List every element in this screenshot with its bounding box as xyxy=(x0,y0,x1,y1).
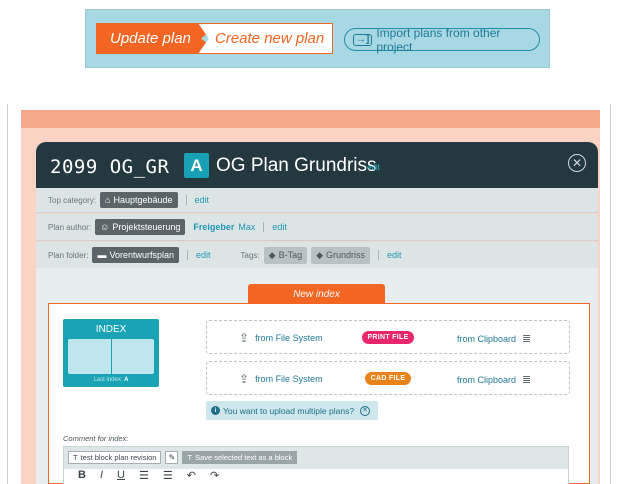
plan-folder-chip: ▬ Vorentwurfsplan xyxy=(92,247,180,263)
last-index-label: Last index: xyxy=(93,377,123,383)
italic-icon[interactable]: I xyxy=(100,469,103,481)
index-preview-divider xyxy=(111,339,112,374)
save-block-label: Save selected text as a block xyxy=(195,453,293,462)
comment-editor: T test block plan revision ✎ T Save sele… xyxy=(63,446,569,484)
plan-author-edit-link[interactable]: edit xyxy=(272,222,287,232)
bold-icon[interactable]: B xyxy=(78,469,86,481)
print-file-badge: PRINT FILE xyxy=(362,331,414,344)
text-block-button[interactable]: T test block plan revision xyxy=(68,451,162,464)
divider xyxy=(378,250,380,260)
divider xyxy=(185,195,187,205)
tag-icon: ◆ xyxy=(268,249,276,260)
plan-header: 2099 OG_GR A OG Plan Grundriss edit ✕ xyxy=(36,142,598,188)
new-index-tab[interactable]: New index xyxy=(248,284,385,304)
from-file-system-label: from File System xyxy=(255,333,323,343)
last-index-value: A xyxy=(124,377,129,383)
from-file-system-label: from File System xyxy=(255,374,323,384)
redo-icon[interactable]: ↷ xyxy=(210,469,219,482)
text-block-label: test block plan revision xyxy=(80,453,157,462)
plan-folder-label: Plan folder: xyxy=(48,250,89,260)
plan-author-label: Plan author: xyxy=(48,222,92,232)
tag-label: B-Tag xyxy=(278,250,303,260)
index-card-title: INDEX xyxy=(95,324,127,335)
approver-name: Max xyxy=(238,222,256,232)
dismiss-icon[interactable]: ✕ xyxy=(360,405,371,416)
top-category-label: Top category: xyxy=(48,195,97,205)
upload-icon: ⇪ xyxy=(239,372,250,386)
close-icon[interactable]: ✕ xyxy=(568,154,586,172)
import-plans-button[interactable]: →] Import plans from other project xyxy=(344,25,540,54)
bullet-list-icon[interactable]: ☰ xyxy=(139,469,149,482)
plan-code: 2099 OG_GR xyxy=(50,156,170,178)
users-icon: ☺ xyxy=(100,222,110,232)
index-card: INDEX Last index: A xyxy=(63,319,159,387)
from-clipboard-label: from Clipboard xyxy=(457,374,517,385)
underline-icon[interactable]: U xyxy=(117,469,125,481)
print-from-file-system[interactable]: ⇪ from File System xyxy=(239,332,323,344)
divider xyxy=(187,250,189,260)
tags-label: Tags: xyxy=(240,250,260,260)
numbered-list-icon[interactable]: ☰ xyxy=(163,469,173,482)
import-icon: →] xyxy=(353,33,373,46)
tag-label: Grundriss xyxy=(326,250,366,260)
plan-folder-row: Plan folder: ▬ Vorentwurfsplan edit Tags… xyxy=(36,242,598,269)
info-icon: i xyxy=(211,406,220,415)
plan-folder-value: Vorentwurfsplan xyxy=(109,250,175,260)
text-icon: T xyxy=(187,453,193,462)
undo-icon[interactable]: ↶ xyxy=(187,469,196,482)
clipboard-icon: ≣ xyxy=(522,374,532,386)
plan-action-toolbar: Update plan Create new plan →] Import pl… xyxy=(85,9,550,68)
top-category-row: Top category: ⌂ Hauptgebäude edit xyxy=(36,188,598,213)
print-from-clipboard[interactable]: from Clipboard ≣ xyxy=(457,332,531,345)
tags-edit-link[interactable]: edit xyxy=(387,250,402,260)
text-icon: T xyxy=(73,453,78,462)
multiple-upload-text: You want to upload multiple plans? xyxy=(223,405,355,416)
cad-file-badge: CAD FILE xyxy=(365,372,411,385)
cad-from-clipboard[interactable]: from Clipboard ≣ xyxy=(457,373,531,386)
create-new-plan-button[interactable]: Create new plan xyxy=(198,23,333,54)
save-block-button[interactable]: T Save selected text as a block xyxy=(182,451,298,464)
building-icon: ⌂ xyxy=(105,195,111,205)
approver-role: Freigeber xyxy=(193,222,235,232)
import-plans-label: Import plans from other project xyxy=(376,25,501,54)
plan-author-chip: ☺ Projektsteuerung xyxy=(95,219,186,235)
tag-chip: ◆ B-Tag xyxy=(263,246,308,264)
editor-format-toolbar: B I U ☰ ☰ ↶ ↷ xyxy=(64,469,568,484)
cad-from-file-system[interactable]: ⇪ from File System xyxy=(239,373,323,385)
plan-author-row: Plan author: ☺ Projektsteuerung Freigebe… xyxy=(36,214,598,241)
plan-name: OG Plan Grundriss xyxy=(216,155,377,176)
top-category-chip: ⌂ Hauptgebäude xyxy=(100,192,178,208)
divider xyxy=(263,222,265,232)
multiple-upload-notice[interactable]: i You want to upload multiple plans? ✕ xyxy=(206,401,378,420)
upload-icon: ⇪ xyxy=(239,331,250,345)
top-category-value: Hauptgebäude xyxy=(113,195,173,205)
clipboard-icon: ≣ xyxy=(522,333,532,345)
from-clipboard-label: from Clipboard xyxy=(457,333,517,344)
plan-index-badge: A xyxy=(184,153,209,178)
top-category-edit-link[interactable]: edit xyxy=(195,195,210,205)
comment-label: Comment for index: xyxy=(63,434,129,443)
update-plan-button[interactable]: Update plan xyxy=(96,23,209,54)
folder-icon: ▬ xyxy=(97,250,107,260)
print-file-upload-row: ⇪ from File System PRINT FILE from Clipb… xyxy=(206,320,570,354)
cad-file-upload-row: ⇪ from File System CAD FILE from Clipboa… xyxy=(206,361,570,395)
plan-name-edit-link[interactable]: edit xyxy=(367,163,380,172)
pencil-icon[interactable]: ✎ xyxy=(165,451,179,464)
tag-chip: ◆ Grundriss xyxy=(311,246,371,264)
modal-backdrop-band xyxy=(21,110,600,128)
plan-author-value: Projektsteuerung xyxy=(112,222,181,232)
last-index: Last index: A xyxy=(63,377,159,383)
editor-block-toolbar: T test block plan revision ✎ T Save sele… xyxy=(68,451,298,464)
plan-folder-edit-link[interactable]: edit xyxy=(196,250,211,260)
tag-icon: ◆ xyxy=(316,249,324,260)
